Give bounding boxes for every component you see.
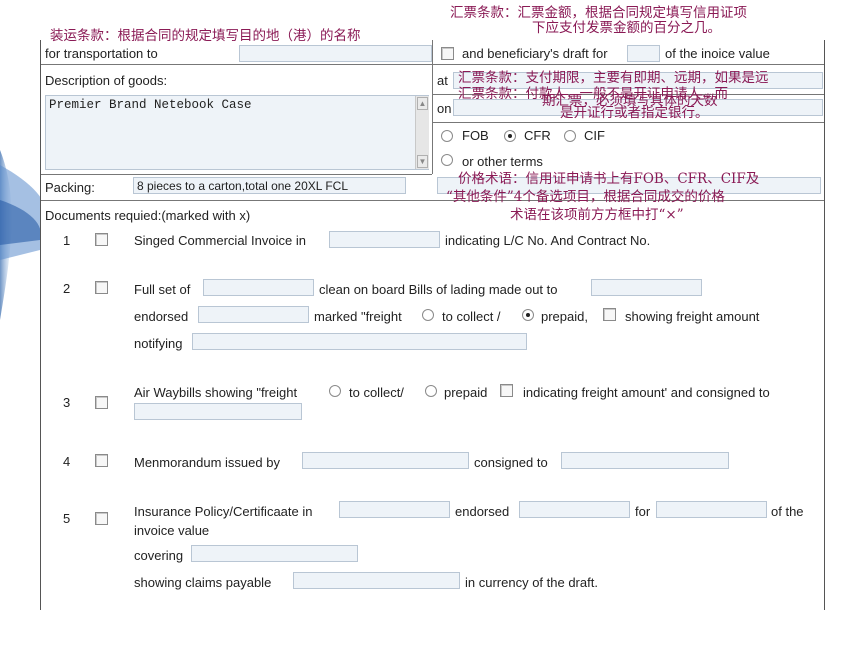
doc-5-covering-label: covering	[134, 548, 184, 563]
other-terms-radio[interactable]	[441, 154, 453, 166]
doc-5-percent-field[interactable]	[656, 501, 767, 518]
cfr-radio[interactable]	[504, 130, 516, 142]
doc-2-number: 2	[63, 281, 71, 296]
doc-5-for-label: for	[635, 504, 651, 519]
divider	[432, 122, 824, 123]
doc-4-number: 4	[63, 454, 71, 469]
doc-1-number: 1	[63, 233, 71, 248]
doc-3-checkbox[interactable]	[95, 396, 108, 409]
transport-destination-field[interactable]	[239, 45, 432, 62]
doc-3-prepaid-label: prepaid	[444, 385, 488, 400]
doc-2-notifying-field[interactable]	[192, 333, 527, 350]
doc-2-text: Full set of	[134, 282, 191, 297]
doc-1-text: Singed Commercial Invoice in	[134, 233, 306, 248]
doc-2-prepaid-label: prepaid,	[541, 309, 588, 324]
scroll-down-icon[interactable]: ▼	[417, 155, 428, 168]
doc-2-text-2: clean on board Bills of lading made out …	[319, 282, 558, 297]
doc-1-copies-field[interactable]	[329, 231, 440, 248]
other-terms-label: or other terms	[462, 154, 543, 169]
price-terms-note-line-3: 术语在该项前方方框中打“×”	[510, 207, 684, 223]
draft-text: and beneficiary's draft for	[462, 46, 608, 61]
tenor-at-label: at	[437, 73, 448, 88]
doc-2-checkbox[interactable]	[95, 281, 108, 294]
draft-amount-note-line-2: 下应支付发票金额的百分之几。	[532, 20, 721, 36]
draft-checkbox[interactable]	[441, 47, 454, 60]
doc-1-checkbox[interactable]	[95, 233, 108, 246]
doc-2-set-field[interactable]	[203, 279, 314, 296]
fob-label: FOB	[462, 128, 489, 143]
doc-3-to-collect-radio[interactable]	[329, 385, 341, 397]
doc-4-checkbox[interactable]	[95, 454, 108, 467]
transport-label: for transportation to	[45, 46, 158, 61]
doc-5-number: 5	[63, 511, 71, 526]
doc-2-notifying-label: notifying	[134, 336, 183, 351]
draft-percent-field[interactable]	[627, 45, 660, 62]
cif-label: CIF	[584, 128, 605, 143]
goods-description-value: Premier Brand Netebook Case	[49, 98, 252, 112]
doc-3-text-2: indicating freight amount' and consigned…	[523, 385, 770, 400]
cif-radio[interactable]	[564, 130, 576, 142]
doc-5-of-the-label: of the	[771, 504, 804, 519]
price-terms-note-line-2: “其他条件”4个备选项目，根据合同成交的价格	[446, 189, 725, 205]
doc-2-made-out-field[interactable]	[591, 279, 702, 296]
doc-5-checkbox[interactable]	[95, 512, 108, 525]
draft-text-2: of the inoice value	[665, 46, 770, 61]
goods-description-textarea[interactable]: Premier Brand Netebook Case	[45, 95, 429, 170]
doc-2-endorsed-field[interactable]	[198, 306, 309, 323]
packing-field[interactable]: 8 pieces to a carton,total one 20XL FCL	[133, 177, 406, 194]
doc-5-invoice-value-label: invoice value	[134, 523, 210, 538]
tenor-note-line-1: 汇票条款：支付期限，主要有即期、远期，如果是远	[458, 70, 769, 86]
shipping-clause-note: 装运条款：根据合同的规定填写目的地（港）的名称	[50, 28, 361, 44]
divider	[432, 40, 433, 64]
doc-3-text: Air Waybills showing "freight	[134, 385, 298, 400]
doc-4-text: Menmorandum issued by	[134, 455, 280, 470]
doc-3-number: 3	[63, 395, 71, 410]
fob-radio[interactable]	[441, 130, 453, 142]
doc-3-prepaid-radio[interactable]	[425, 385, 437, 397]
doc-3-freight-amount-checkbox[interactable]	[500, 384, 513, 397]
doc-5-currency-label: in currency of the draft.	[465, 575, 598, 590]
doc-5-text: Insurance Policy/Certificaate in	[134, 504, 313, 519]
doc-5-claims-label: showing claims payable	[134, 575, 272, 590]
doc-4-issued-by-field[interactable]	[302, 452, 469, 469]
doc-2-endorsed-label: endorsed	[134, 309, 189, 324]
goods-label: Description of goods:	[45, 73, 168, 88]
doc-2-freight-amount-checkbox[interactable]	[603, 308, 616, 321]
drawee-note-line-2: 是开证行或者指定银行。	[560, 105, 709, 121]
doc-5-claims-field[interactable]	[293, 572, 460, 589]
packing-label: Packing:	[45, 180, 95, 195]
lc-application-form: for transportation to and beneficiary's …	[40, 40, 825, 610]
doc-4-consigned-field[interactable]	[561, 452, 729, 469]
doc-5-copies-field[interactable]	[339, 501, 450, 518]
doc-4-consigned-label: consigned to	[474, 455, 548, 470]
cfr-label: CFR	[524, 128, 551, 143]
doc-2-to-collect-radio[interactable]	[422, 309, 434, 321]
packing-value: 8 pieces to a carton,total one 20XL FCL	[137, 179, 349, 193]
doc-2-prepaid-radio[interactable]	[522, 309, 534, 321]
documents-header: Documents requied:(marked with x)	[45, 208, 251, 223]
goods-scrollbar[interactable]: ▲ ▼	[415, 96, 429, 169]
price-terms-note-line-1: 价格术语：信用证申请书上有FOB、CFR、CIF及	[458, 171, 760, 187]
doc-1-text-2: indicating L/C No. And Contract No.	[445, 233, 651, 248]
doc-2-freight-label: marked "freight	[314, 309, 402, 324]
divider	[41, 174, 432, 175]
doc-5-endorsed-field[interactable]	[519, 501, 630, 518]
doc-2-freight-amount-label: showing freight amount	[625, 309, 760, 324]
drawee-on-label: on	[437, 101, 452, 116]
scroll-up-icon[interactable]: ▲	[417, 97, 428, 110]
divider	[432, 64, 433, 174]
doc-5-endorsed-label: endorsed	[455, 504, 510, 519]
doc-3-to-collect-label: to collect/	[349, 385, 404, 400]
draft-amount-note-line-1: 汇票条款：汇票金额，根据合同规定填写信用证项	[450, 5, 747, 21]
doc-3-consigned-field[interactable]	[134, 403, 302, 420]
doc-2-to-collect-label: to collect /	[442, 309, 501, 324]
doc-5-covering-field[interactable]	[191, 545, 358, 562]
